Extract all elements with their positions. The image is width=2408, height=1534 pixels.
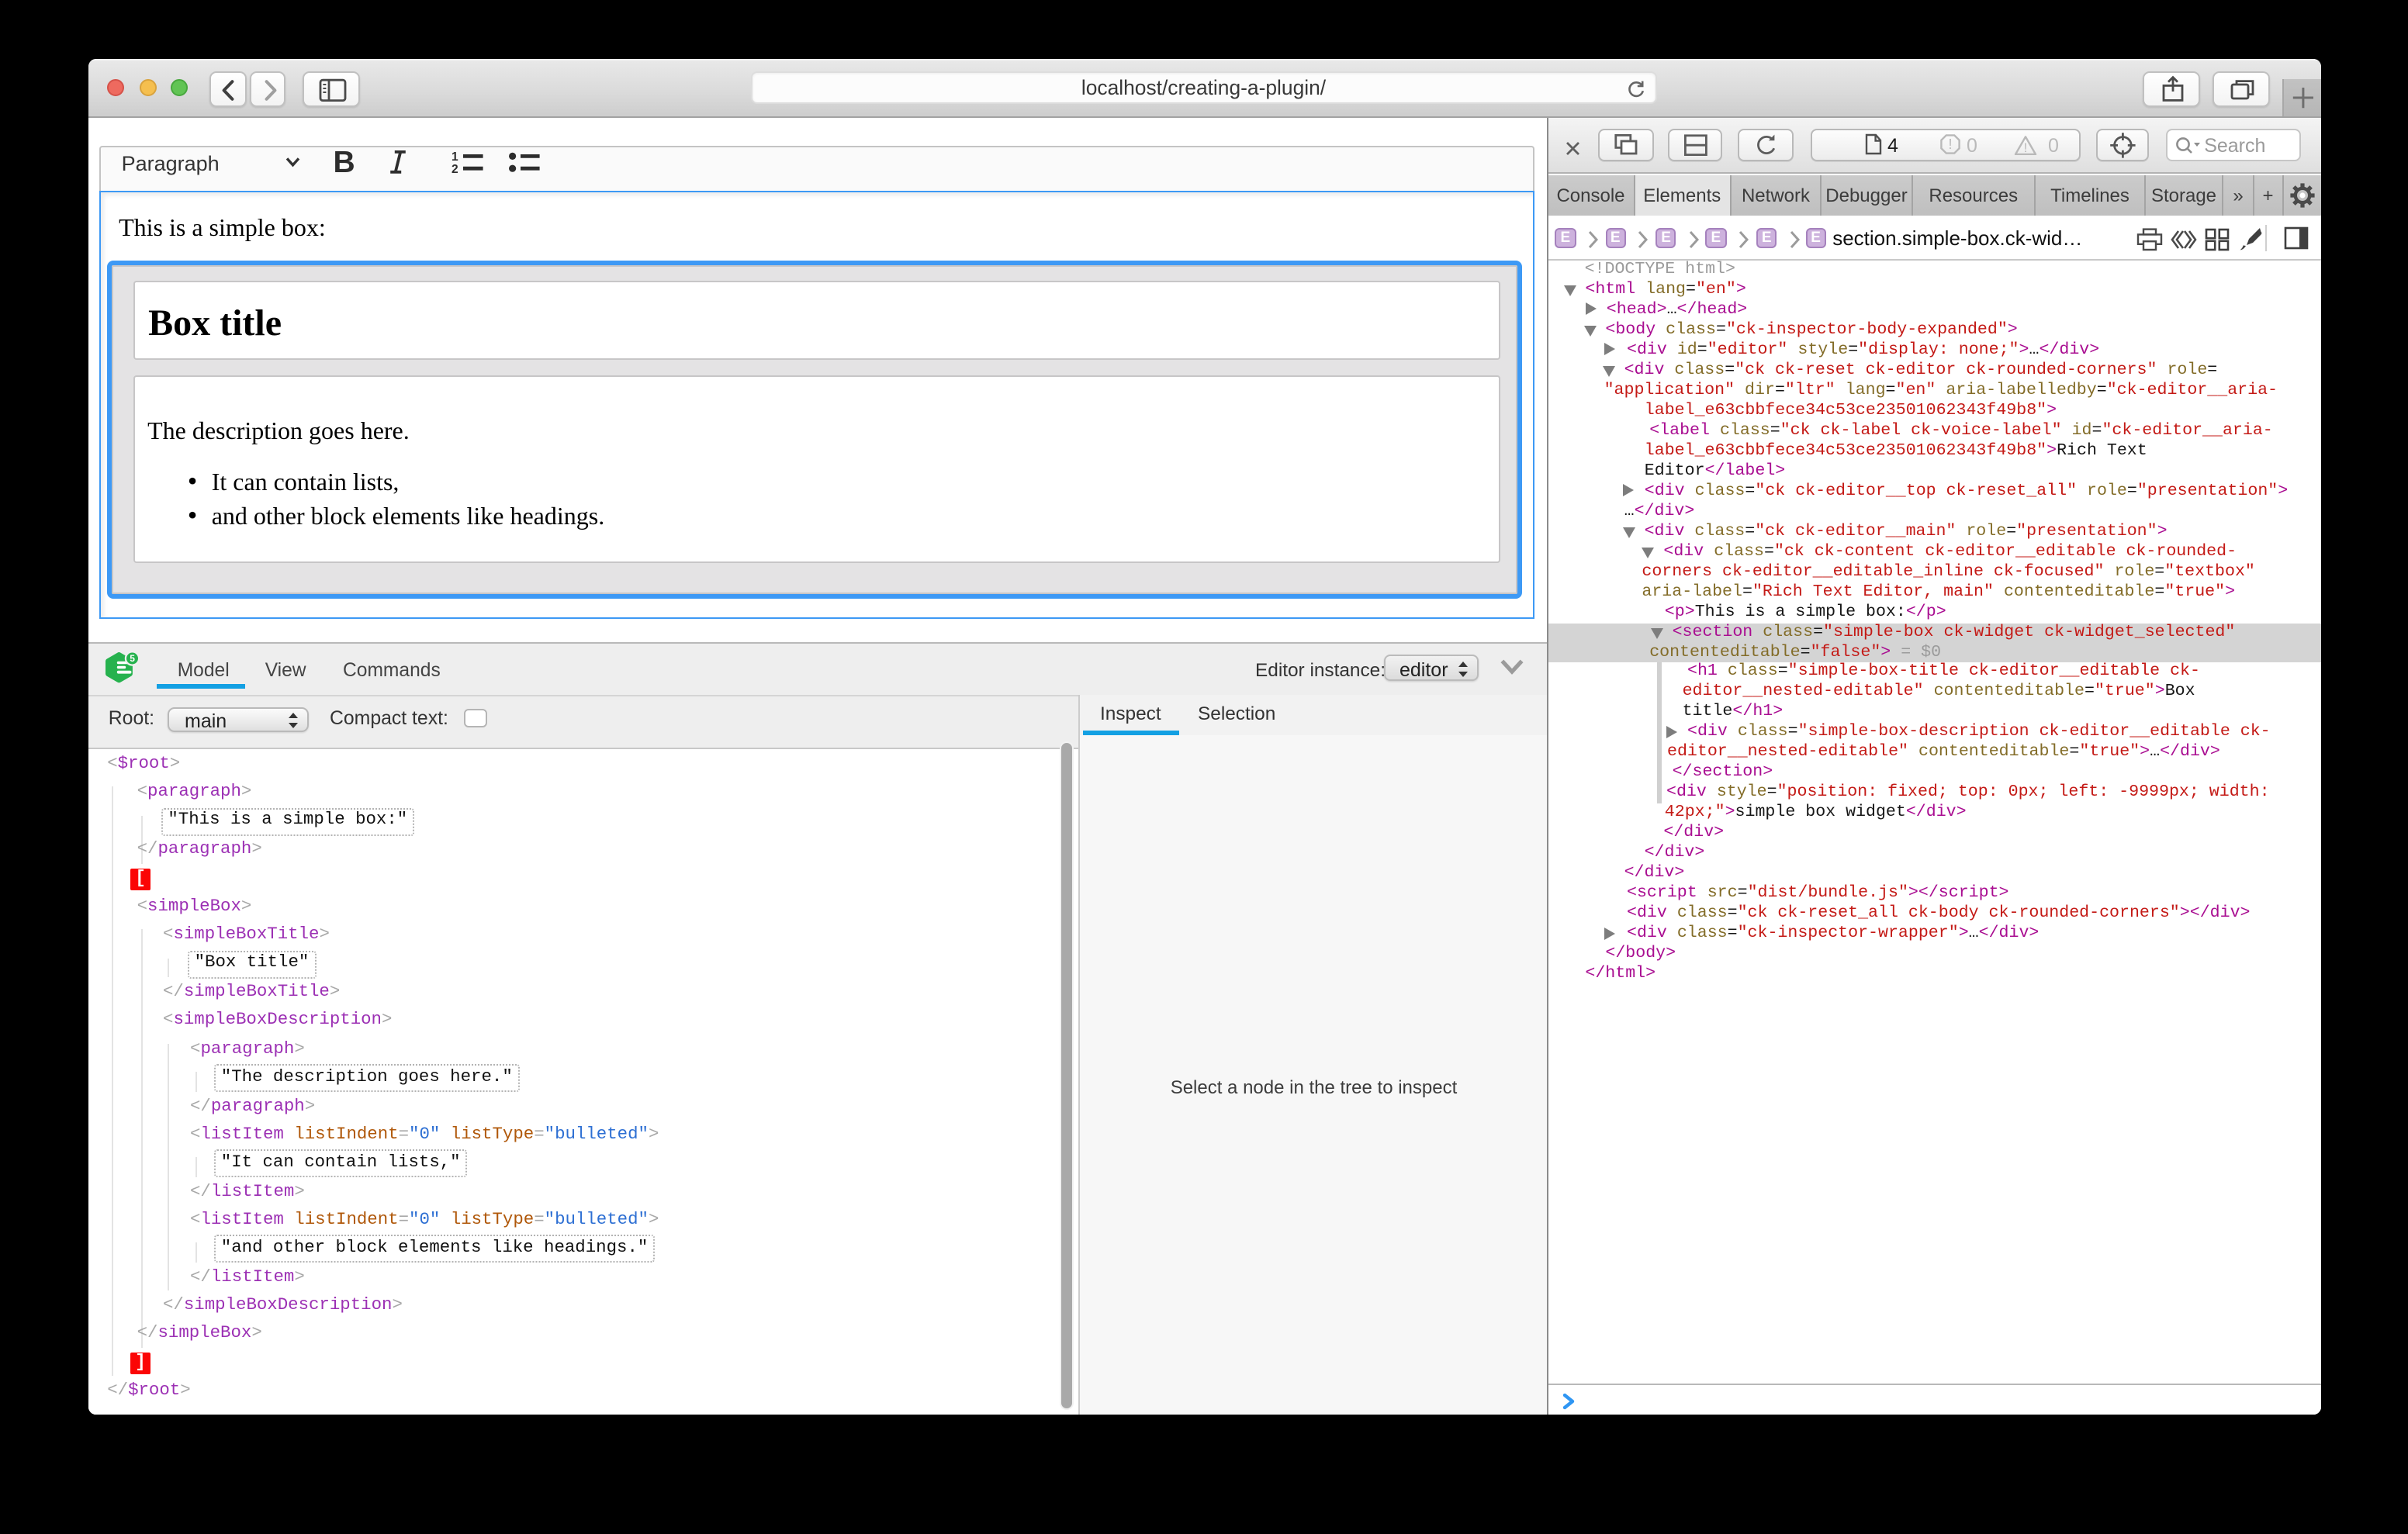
svg-text:2: 2 — [452, 163, 459, 173]
svg-text:!: ! — [1948, 136, 1952, 152]
svg-text:5: 5 — [130, 654, 135, 665]
svg-text:1: 1 — [452, 150, 459, 164]
svg-text:!: ! — [2024, 140, 2028, 154]
